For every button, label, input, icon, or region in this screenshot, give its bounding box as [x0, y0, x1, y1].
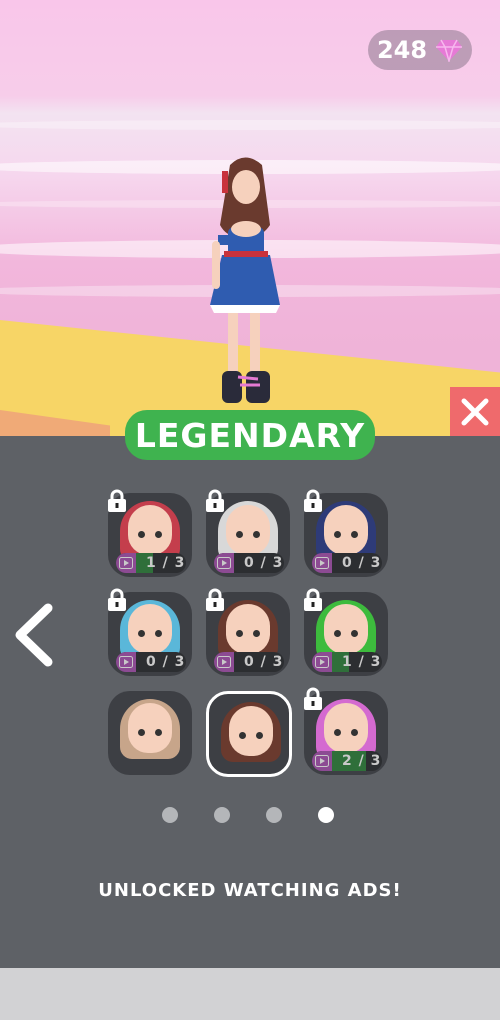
lock-icon — [106, 588, 128, 612]
skin-face — [324, 703, 368, 753]
skin-card-current-brunette[interactable] — [206, 691, 292, 777]
close-icon — [461, 398, 489, 426]
ad-progress-badge: 1 / 3 — [312, 652, 382, 672]
skin-eyes — [334, 729, 358, 736]
ad-progress-text: 0 / 3 — [146, 654, 186, 670]
skin-card-fox-ears[interactable] — [108, 691, 192, 775]
rarity-label-text: LEGENDARY — [134, 415, 366, 455]
character-model — [210, 157, 280, 403]
lock-icon — [302, 489, 324, 513]
ad-progress-badge: 2 / 3 — [312, 751, 382, 771]
ad-progress-text: 0 / 3 — [244, 555, 284, 571]
skin-eyes — [138, 531, 162, 538]
skin-card-cat-ear-navy[interactable]: 0 / 3 — [304, 489, 388, 577]
skin-card-brunette[interactable]: 0 / 3 — [206, 588, 290, 676]
currency-display: 248 — [368, 30, 472, 70]
skin-face — [226, 505, 270, 555]
diamond-icon — [436, 39, 463, 62]
previous-page-button[interactable] — [10, 600, 60, 670]
currency-amount: 248 — [376, 36, 428, 64]
game-scene: 248 — [0, 0, 500, 436]
lock-icon — [106, 489, 128, 513]
bottom-bar — [0, 968, 500, 1020]
ad-progress-badge: 0 / 3 — [116, 652, 186, 672]
skin-eyes — [138, 729, 162, 736]
watch-ad-icon — [214, 652, 234, 672]
lock-icon — [302, 588, 324, 612]
skin-eyes — [236, 531, 260, 538]
ad-progress-text: 1 / 3 — [146, 555, 186, 571]
skin-face — [229, 706, 273, 756]
watch-ad-icon — [312, 652, 332, 672]
ad-progress-badge: 0 / 3 — [312, 553, 382, 573]
ad-progress-badge: 1 / 3 — [116, 553, 186, 573]
skin-card-frog-hood[interactable]: 1 / 3 — [304, 588, 388, 676]
rarity-label: LEGENDARY — [125, 410, 375, 460]
watch-ad-icon — [116, 553, 136, 573]
ad-progress-text: 0 / 3 — [342, 555, 382, 571]
ad-progress-text: 0 / 3 — [244, 654, 284, 670]
skin-face — [128, 703, 172, 753]
skin-face — [128, 604, 172, 654]
page-dot[interactable] — [266, 807, 282, 823]
skin-card-blue-hat[interactable]: 0 / 3 — [108, 588, 192, 676]
unlock-message: UNLOCKED WATCHING ADS! — [98, 880, 402, 901]
ad-progress-badge: 0 / 3 — [214, 553, 284, 573]
lock-icon — [302, 687, 324, 711]
watch-ad-icon — [116, 652, 136, 672]
watch-ad-icon — [312, 751, 332, 771]
skin-card-ram-skull[interactable]: 1 / 3 — [108, 489, 192, 577]
chevron-left-icon — [15, 603, 53, 667]
page-dot[interactable] — [318, 807, 334, 823]
skin-eyes — [236, 630, 260, 637]
lock-icon — [204, 588, 226, 612]
skin-card-pink-horns[interactable]: 2 / 3 — [304, 687, 388, 775]
skin-card-silver-hair[interactable]: 0 / 3 — [206, 489, 290, 577]
skin-face — [226, 604, 270, 654]
skin-face — [128, 505, 172, 555]
skin-face — [324, 604, 368, 654]
skin-face — [324, 505, 368, 555]
skin-eyes — [334, 630, 358, 637]
close-button[interactable] — [450, 387, 500, 437]
skin-eyes — [138, 630, 162, 637]
skin-eyes — [239, 732, 263, 739]
watch-ad-icon — [312, 553, 332, 573]
page-dot[interactable] — [162, 807, 178, 823]
ad-progress-text: 1 / 3 — [342, 654, 382, 670]
ad-progress-text: 2 / 3 — [342, 753, 382, 769]
ice-streak — [0, 120, 500, 130]
ad-progress-badge: 0 / 3 — [214, 652, 284, 672]
page-dot[interactable] — [214, 807, 230, 823]
lock-icon — [204, 489, 226, 513]
watch-ad-icon — [214, 553, 234, 573]
skin-eyes — [334, 531, 358, 538]
page-indicator — [162, 807, 342, 825]
